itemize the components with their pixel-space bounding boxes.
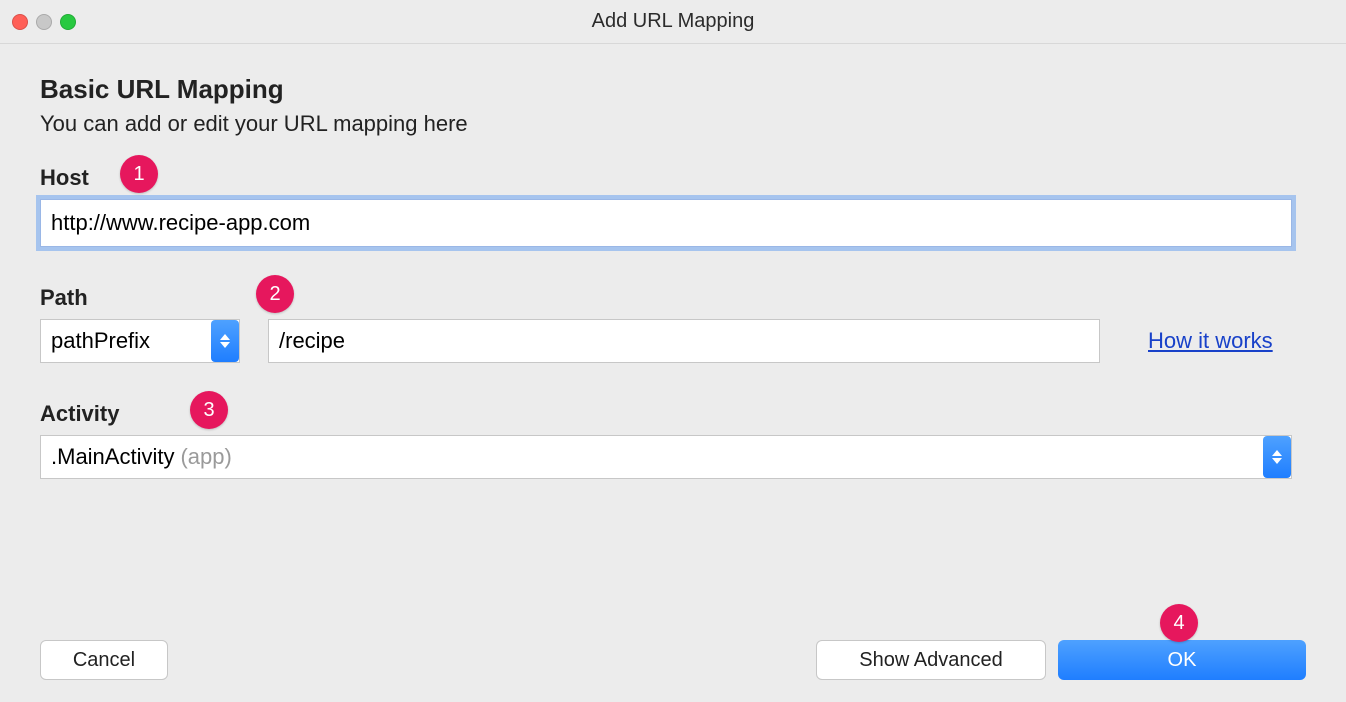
ok-button[interactable]: OK bbox=[1058, 640, 1306, 680]
host-input[interactable] bbox=[40, 199, 1292, 247]
titlebar: Add URL Mapping bbox=[0, 0, 1346, 44]
cancel-button[interactable]: Cancel bbox=[40, 640, 168, 680]
path-label: Path bbox=[40, 285, 1306, 311]
callout-badge-2: 2 bbox=[256, 275, 294, 313]
window-title: Add URL Mapping bbox=[0, 10, 1346, 33]
section-heading: Basic URL Mapping bbox=[40, 74, 1306, 105]
close-icon[interactable] bbox=[12, 14, 28, 30]
button-bar: Cancel Show Advanced 4 OK bbox=[40, 640, 1306, 680]
callout-badge-1: 1 bbox=[120, 155, 158, 193]
activity-select[interactable]: .MainActivity (app) bbox=[40, 435, 1292, 479]
activity-label: Activity bbox=[40, 401, 1306, 427]
section-subtitle: You can add or edit your URL mapping her… bbox=[40, 111, 1306, 137]
activity-row: Activity 3 .MainActivity (app) bbox=[40, 401, 1306, 479]
chevron-up-down-icon bbox=[211, 320, 239, 362]
host-label: Host bbox=[40, 165, 1306, 191]
dialog-content: Basic URL Mapping You can add or edit yo… bbox=[0, 44, 1346, 499]
chevron-up-down-icon bbox=[1263, 436, 1291, 478]
callout-badge-4: 4 bbox=[1160, 604, 1198, 642]
path-type-selected: pathPrefix bbox=[51, 328, 150, 354]
path-type-select[interactable]: pathPrefix bbox=[40, 319, 240, 363]
path-row: Path 2 pathPrefix How it works bbox=[40, 285, 1306, 363]
host-row: Host 1 bbox=[40, 165, 1306, 247]
activity-selected-secondary: (app) bbox=[180, 444, 231, 470]
maximize-icon[interactable] bbox=[60, 14, 76, 30]
activity-selected-primary: .MainActivity bbox=[51, 444, 174, 470]
path-input[interactable] bbox=[268, 319, 1100, 363]
how-it-works-link[interactable]: How it works bbox=[1148, 328, 1273, 354]
minimize-icon bbox=[36, 14, 52, 30]
callout-badge-3: 3 bbox=[190, 391, 228, 429]
show-advanced-button[interactable]: Show Advanced bbox=[816, 640, 1046, 680]
window-controls bbox=[12, 14, 76, 30]
